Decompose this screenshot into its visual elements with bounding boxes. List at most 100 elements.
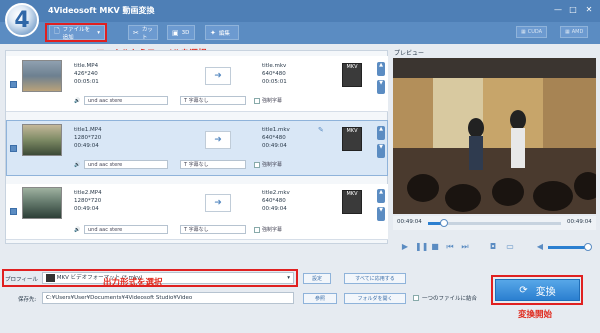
amd-button[interactable]: ▦ AMD bbox=[560, 26, 589, 38]
save-path-input[interactable]: C:¥Users¥User¥Documents¥4Videosoft Studi… bbox=[42, 292, 294, 304]
chevron-down-icon: ▾ bbox=[287, 275, 290, 281]
cuda-icon: ▦ bbox=[521, 29, 526, 35]
forced-subtitle-label: 強制字幕 bbox=[262, 227, 283, 233]
file-checkbox[interactable] bbox=[10, 81, 17, 88]
app-title: 4Videosoft MKV 動画変換 bbox=[48, 6, 155, 15]
speaker-icon: 🔊 bbox=[74, 98, 81, 104]
profile-label: プロフィール bbox=[5, 277, 38, 283]
format-label: MKV bbox=[346, 64, 358, 70]
arrow-right-icon: ➜ bbox=[205, 67, 231, 85]
output-format-badge[interactable]: MKV bbox=[342, 63, 362, 87]
source-filename: title.MP4 bbox=[74, 63, 99, 69]
source-duration: 00:49:04 bbox=[74, 143, 99, 149]
format-label: MKV bbox=[346, 128, 358, 134]
amd-icon: ▦ bbox=[565, 29, 570, 35]
next-frame-icon[interactable]: ⏭ bbox=[460, 242, 470, 252]
pause-icon[interactable]: ❚❚ bbox=[415, 242, 428, 252]
merge-label: 一つのファイルに結合 bbox=[422, 296, 478, 302]
play-icon[interactable]: ▶ bbox=[400, 242, 410, 252]
merge-checkbox[interactable] bbox=[413, 295, 419, 301]
source-resolution: 1280*720 bbox=[74, 198, 102, 204]
annotation-select-output-format: 出力形式を選択 bbox=[103, 278, 163, 288]
edit-button[interactable]: ✦ 編集 bbox=[205, 25, 239, 40]
speaker-icon: 🔊 bbox=[74, 227, 81, 233]
preview-frame bbox=[393, 58, 596, 214]
cut-label: カット bbox=[141, 26, 153, 41]
open-folder-button[interactable]: フォルダを開く bbox=[344, 293, 406, 304]
maximize-button[interactable]: □ bbox=[567, 4, 579, 16]
source-filename: title1.MP4 bbox=[74, 127, 102, 133]
source-duration: 00:05:01 bbox=[74, 79, 99, 85]
volume-slider[interactable] bbox=[548, 246, 588, 249]
audio-track-select[interactable]: und aac stere bbox=[84, 160, 168, 169]
audio-track-select[interactable]: und aac stere bbox=[84, 225, 168, 234]
output-resolution: 640*480 bbox=[262, 198, 286, 204]
source-duration: 00:49:04 bbox=[74, 206, 99, 212]
source-resolution: 1280*720 bbox=[74, 135, 102, 141]
format-label: MKV bbox=[346, 191, 358, 197]
output-format-badge[interactable]: MKV bbox=[342, 190, 362, 214]
move-up-icon[interactable]: ▲ bbox=[377, 189, 385, 203]
subtitle-value: 字幕なし bbox=[188, 227, 209, 233]
subtitle-value: 字幕なし bbox=[188, 162, 209, 168]
seek-handle[interactable] bbox=[439, 219, 448, 227]
cut-button[interactable]: ✂ カット bbox=[128, 25, 158, 41]
volume-icon[interactable]: ◀ bbox=[535, 242, 545, 252]
output-resolution: 640*480 bbox=[262, 71, 286, 77]
cuda-button[interactable]: ▦ CUDA bbox=[516, 26, 548, 38]
pencil-icon[interactable]: ✎ bbox=[318, 126, 324, 134]
amd-label: AMD bbox=[571, 29, 584, 35]
audio-track-value: und aac stere bbox=[88, 98, 123, 104]
speaker-icon: 🔊 bbox=[74, 162, 81, 168]
stop-icon[interactable]: ■ bbox=[430, 242, 440, 252]
convert-button[interactable]: ⟳ 変換 bbox=[495, 279, 580, 301]
video-thumbnail bbox=[22, 187, 62, 219]
apply-to-all-button[interactable]: すべてに応用する bbox=[344, 273, 406, 284]
arrow-right-icon: ➜ bbox=[205, 194, 231, 212]
folder-icon[interactable]: ▭ bbox=[505, 242, 515, 252]
3d-icon: ▣ bbox=[172, 28, 179, 37]
volume-handle[interactable] bbox=[584, 243, 592, 251]
source-info: title2.MP4 1280*720 00:49:04 bbox=[74, 189, 102, 213]
subtitle-value: 字幕なし bbox=[188, 98, 209, 104]
minimize-button[interactable]: — bbox=[552, 4, 564, 16]
forced-subtitle-checkbox[interactable] bbox=[254, 98, 260, 104]
subtitle-select[interactable]: T 字幕なし bbox=[180, 225, 246, 234]
output-info: title2.mkv 640*480 00:49:04 bbox=[262, 189, 290, 213]
move-up-icon[interactable]: ▲ bbox=[377, 62, 385, 76]
profile-select[interactable]: MKV ビデオフォーマット (*.mkv) ▾ bbox=[42, 272, 294, 284]
close-button[interactable]: ✕ bbox=[583, 4, 595, 16]
audio-track-select[interactable]: und aac stere bbox=[84, 96, 168, 105]
effects-icon: ✦ bbox=[210, 28, 216, 37]
output-format-badge[interactable]: MKV bbox=[342, 127, 362, 151]
output-duration: 00:05:01 bbox=[262, 79, 287, 85]
settings-button[interactable]: 設定 bbox=[303, 273, 331, 284]
move-up-icon[interactable]: ▲ bbox=[377, 126, 385, 140]
forced-subtitle-checkbox[interactable] bbox=[254, 227, 260, 233]
app-logo: 4 bbox=[5, 3, 39, 37]
source-resolution: 426*240 bbox=[74, 71, 98, 77]
time-end: 00:49:04 bbox=[567, 219, 592, 225]
video-thumbnail bbox=[22, 124, 62, 156]
move-down-icon[interactable]: ▼ bbox=[377, 80, 385, 94]
move-down-icon[interactable]: ▼ bbox=[377, 144, 385, 158]
source-filename: title2.MP4 bbox=[74, 190, 102, 196]
snapshot-icon[interactable]: ◘ bbox=[488, 242, 498, 252]
move-down-icon[interactable]: ▼ bbox=[377, 207, 385, 221]
subtitle-select[interactable]: T 字幕なし bbox=[180, 160, 246, 169]
preview-label: プレビュー bbox=[394, 50, 425, 57]
output-duration: 00:49:04 bbox=[262, 143, 287, 149]
browse-button[interactable]: 参照 bbox=[303, 293, 337, 304]
file-checkbox[interactable] bbox=[10, 145, 17, 152]
file-checkbox[interactable] bbox=[10, 208, 17, 215]
annotation-start-conversion: 変換開始 bbox=[518, 310, 553, 320]
3d-button[interactable]: ▣ 3D bbox=[167, 25, 195, 40]
previous-frame-icon[interactable]: ⏮ bbox=[445, 242, 455, 252]
subtitle-select[interactable]: T 字幕なし bbox=[180, 96, 246, 105]
edit-label: 編集 bbox=[218, 30, 230, 37]
forced-subtitle-checkbox[interactable] bbox=[254, 162, 260, 168]
scissors-icon: ✂ bbox=[133, 28, 139, 37]
forced-subtitle-label: 強制字幕 bbox=[262, 98, 283, 104]
source-info: title1.MP4 1280*720 00:49:04 bbox=[74, 126, 102, 150]
mkv-format-icon bbox=[46, 273, 55, 282]
